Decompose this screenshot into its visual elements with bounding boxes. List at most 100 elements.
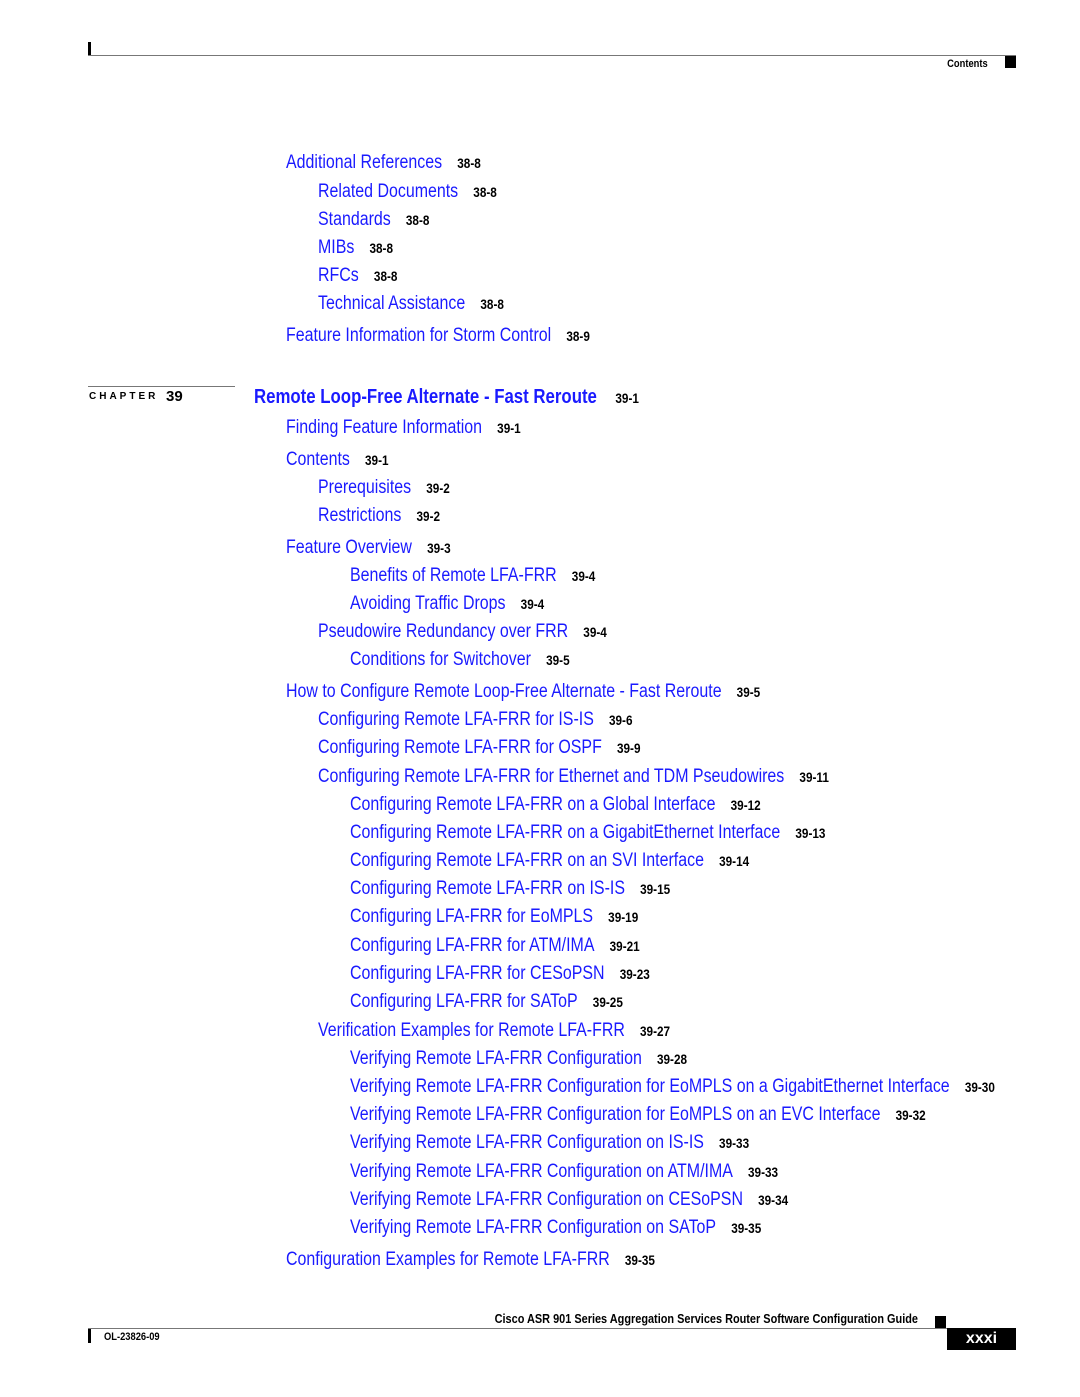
toc-entry-link[interactable]: MIBs xyxy=(318,237,354,258)
toc-entry-page-number: 39-5 xyxy=(736,684,761,700)
toc-entry: Verifying Remote LFA-FRR Configuration f… xyxy=(350,1104,926,1126)
toc-entry-link[interactable]: Feature Information for Storm Control xyxy=(286,325,551,346)
toc-entry-link[interactable]: Avoiding Traffic Drops xyxy=(350,593,506,614)
toc-entry: Verifying Remote LFA-FRR Configuration 39… xyxy=(350,1048,687,1070)
toc-entry-link[interactable]: RFCs xyxy=(318,265,359,286)
toc-entry-link[interactable]: Configuring LFA-FRR for EoMPLS xyxy=(350,906,593,927)
toc-entry-link[interactable]: Verifying Remote LFA-FRR Configuration o… xyxy=(350,1189,743,1210)
toc-entry: RFCs 38-8 xyxy=(318,265,397,287)
toc-entry-link[interactable]: Configuring LFA-FRR for SAToP xyxy=(350,991,578,1012)
toc-entry: Verifying Remote LFA-FRR Configuration o… xyxy=(350,1132,749,1154)
toc-entry-link[interactable]: Verifying Remote LFA-FRR Configuration xyxy=(350,1048,642,1069)
toc-entry: How to Configure Remote Loop-Free Altern… xyxy=(286,681,760,703)
toc-entry-page-number: 39-35 xyxy=(624,1252,655,1268)
toc-entry: Benefits of Remote LFA-FRR 39-4 xyxy=(350,565,595,587)
toc-entry: Configuring Remote LFA-FRR on a Global I… xyxy=(350,794,761,816)
toc-entry-page-number: 39-33 xyxy=(719,1135,750,1151)
toc-entry: Configuring Remote LFA-FRR for OSPF 39-9 xyxy=(318,737,640,759)
toc-entry-page-number: 38-8 xyxy=(457,155,481,171)
toc-entry-page-number: 39-4 xyxy=(520,596,545,612)
toc-entry-link[interactable]: Feature Overview xyxy=(286,537,412,558)
toc-entry: Conditions for Switchover 39-5 xyxy=(350,649,570,671)
footer-doc-number: OL-23826-09 xyxy=(104,1331,160,1343)
toc-entry-link[interactable]: Verifying Remote LFA-FRR Configuration o… xyxy=(350,1161,733,1182)
header-margin-bar xyxy=(88,42,91,56)
toc-entry-page-number: 39-33 xyxy=(748,1164,779,1180)
toc-entry: Configuring Remote LFA-FRR on an SVI Int… xyxy=(350,850,749,872)
toc-entry-link[interactable]: Standards xyxy=(318,209,391,230)
toc-entry-link[interactable]: Benefits of Remote LFA-FRR xyxy=(350,565,557,586)
toc-entry-page-number: 39-27 xyxy=(640,1023,671,1039)
toc-entry: Configuring LFA-FRR for EoMPLS 39-19 xyxy=(350,906,638,928)
toc-entry-link[interactable]: Verifying Remote LFA-FRR Configuration o… xyxy=(350,1217,716,1238)
chapter-title-link[interactable]: Remote Loop-Free Alternate - Fast Rerout… xyxy=(254,386,597,408)
toc-entry-link[interactable]: Pseudowire Redundancy over FRR xyxy=(318,621,568,642)
toc-entry: Restrictions 39-2 xyxy=(318,505,440,527)
toc-entry-link[interactable]: Configuring Remote LFA-FRR on a GigabitE… xyxy=(350,822,780,843)
toc-entry-page-number: 38-9 xyxy=(566,328,590,344)
footer-margin-bar xyxy=(88,1329,91,1343)
toc-entry-page-number: 39-19 xyxy=(608,909,639,925)
toc-entry-link[interactable]: Configuring Remote LFA-FRR on IS-IS xyxy=(350,878,625,899)
toc-entry: Technical Assistance 38-8 xyxy=(318,293,504,315)
toc-entry-link[interactable]: Related Documents xyxy=(318,181,458,202)
toc-entry-page-number: 39-13 xyxy=(795,825,826,841)
toc-entry-page-number: 39-34 xyxy=(758,1192,789,1208)
toc-entry: Verifying Remote LFA-FRR Configuration o… xyxy=(350,1217,761,1239)
toc-entry-link[interactable]: Configuring Remote LFA-FRR for OSPF xyxy=(318,737,602,758)
toc-entry-page-number: 38-8 xyxy=(405,212,430,228)
toc-entry-link[interactable]: Verification Examples for Remote LFA-FRR xyxy=(318,1020,625,1041)
toc-entry-link[interactable]: Verifying Remote LFA-FRR Configuration f… xyxy=(350,1076,950,1097)
toc-entry-link[interactable]: Technical Assistance xyxy=(318,293,465,314)
toc-entry: Configuring LFA-FRR for ATM/IMA 39-21 xyxy=(350,935,640,957)
toc-entry-page-number: 39-11 xyxy=(799,769,829,785)
toc-entry-page-number: 39-2 xyxy=(416,508,441,524)
toc-entry-link[interactable]: Prerequisites xyxy=(318,477,411,498)
chapter-page-number: 39-1 xyxy=(615,390,639,406)
toc-entry: Verifying Remote LFA-FRR Configuration f… xyxy=(350,1076,995,1098)
toc-entry: Configuring Remote LFA-FRR on a GigabitE… xyxy=(350,822,825,844)
toc-entry-link[interactable]: Additional References xyxy=(286,152,442,173)
toc-entry: Pseudowire Redundancy over FRR 39-4 xyxy=(318,621,607,643)
toc-entry: Verifying Remote LFA-FRR Configuration o… xyxy=(350,1161,778,1183)
toc-entry: Avoiding Traffic Drops 39-4 xyxy=(350,593,544,615)
toc-entry-link[interactable]: How to Configure Remote Loop-Free Altern… xyxy=(286,681,722,702)
toc-entry-link[interactable]: Contents xyxy=(286,449,350,470)
toc-entry-page-number: 39-14 xyxy=(719,853,750,869)
toc-entry-page-number: 39-30 xyxy=(964,1079,995,1095)
toc-entry-page-number: 38-8 xyxy=(373,268,398,284)
toc-entry-page-number: 39-4 xyxy=(571,568,596,584)
toc-entry: Additional References 38-8 xyxy=(286,152,481,174)
toc-entry: Feature Overview 39-3 xyxy=(286,537,451,559)
toc-entry-page-number: 39-1 xyxy=(364,452,389,468)
toc-entry: Contents 39-1 xyxy=(286,449,389,471)
toc-entry-link[interactable]: Finding Feature Information xyxy=(286,417,482,438)
toc-entry: Configuring Remote LFA-FRR for IS-IS 39-6 xyxy=(318,709,633,731)
toc-entry-page-number: 39-12 xyxy=(730,797,761,813)
footer-rule xyxy=(88,1328,948,1329)
header-marker-square xyxy=(1005,56,1016,68)
chapter-label: CHAPTER xyxy=(89,391,159,402)
toc-entry: Configuring LFA-FRR for SAToP 39-25 xyxy=(350,991,623,1013)
toc-entry-page-number: 39-6 xyxy=(608,712,633,728)
toc-entry-page-number: 39-5 xyxy=(546,652,570,668)
toc-entry-link[interactable]: Configuring Remote LFA-FRR for IS-IS xyxy=(318,709,594,730)
toc-entry-page-number: 39-4 xyxy=(583,624,607,640)
toc-entry-link[interactable]: Configuring Remote LFA-FRR on a Global I… xyxy=(350,794,715,815)
toc-entry-link[interactable]: Configuring Remote LFA-FRR for Ethernet … xyxy=(318,766,784,787)
toc-entry: Configuring Remote LFA-FRR on IS-IS 39-15 xyxy=(350,878,670,900)
toc-entry: Configuring Remote LFA-FRR for Ethernet … xyxy=(318,766,829,788)
toc-entry-page-number: 39-1 xyxy=(497,420,521,436)
toc-entry-link[interactable]: Configuration Examples for Remote LFA-FR… xyxy=(286,1249,610,1270)
header-section-label: Contents xyxy=(947,58,988,70)
toc-entry-link[interactable]: Configuring LFA-FRR for ATM/IMA xyxy=(350,935,594,956)
toc-entry: Feature Information for Storm Control 38-… xyxy=(286,325,590,347)
toc-entry-link[interactable]: Verifying Remote LFA-FRR Configuration o… xyxy=(350,1132,704,1153)
toc-entry-link[interactable]: Configuring Remote LFA-FRR on an SVI Int… xyxy=(350,850,704,871)
toc-entry: Configuring LFA-FRR for CESoPSN 39-23 xyxy=(350,963,650,985)
toc-entry-link[interactable]: Conditions for Switchover xyxy=(350,649,531,670)
toc-entry-link[interactable]: Restrictions xyxy=(318,505,401,526)
toc-entry: Verifying Remote LFA-FRR Configuration o… xyxy=(350,1189,788,1211)
toc-entry-link[interactable]: Verifying Remote LFA-FRR Configuration f… xyxy=(350,1104,880,1125)
toc-entry-link[interactable]: Configuring LFA-FRR for CESoPSN xyxy=(350,963,605,984)
